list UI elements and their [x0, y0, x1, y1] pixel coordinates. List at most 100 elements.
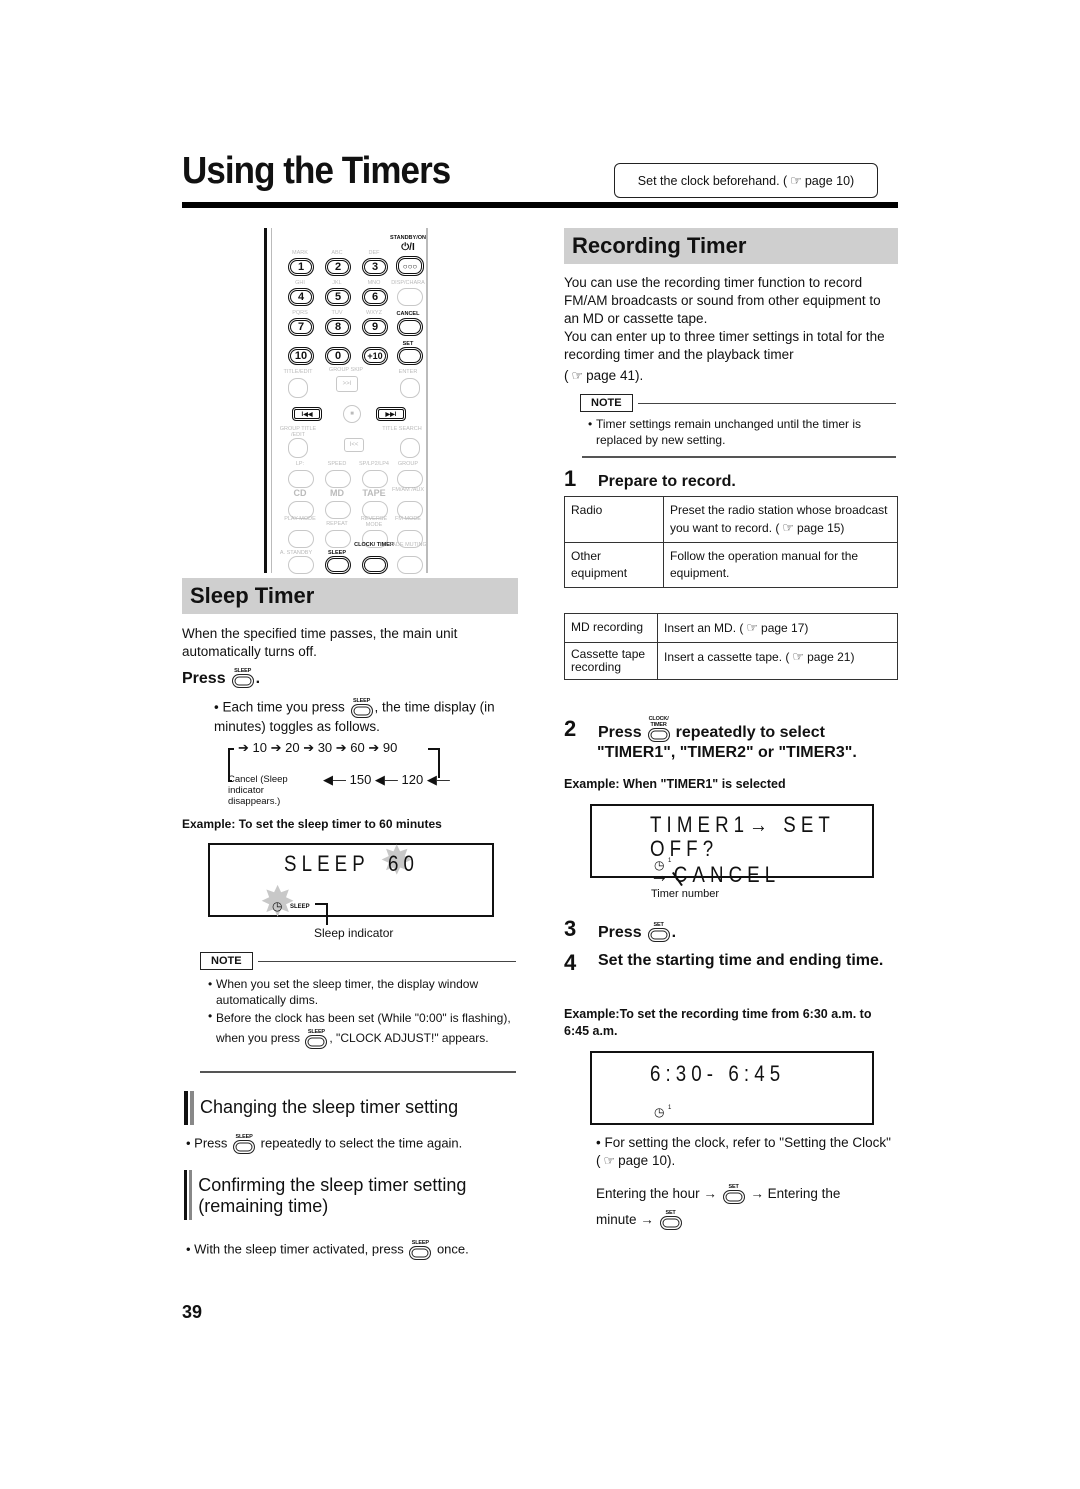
header-rule: [182, 202, 898, 208]
group-title-button[interactable]: [288, 438, 308, 458]
indicator-leader: [326, 903, 328, 925]
step-number: 3: [564, 916, 577, 941]
step-4: 4 Set the starting time and ending time.: [564, 950, 884, 975]
clock-timer-button[interactable]: [362, 556, 388, 574]
speed-label: SPEED: [327, 461, 347, 467]
key-5[interactable]: 5: [325, 288, 351, 306]
recording-intro-ref: (☞ page 41).: [564, 368, 644, 383]
key-8[interactable]: 8: [325, 318, 351, 336]
clock-icon: ◷: [654, 1105, 665, 1119]
sleep-button-icon: SLEEP: [350, 698, 373, 718]
remote-edge-inner: [271, 228, 272, 573]
key-label: MARK: [292, 250, 308, 256]
action-cell: Preset the radio station whose broadcast…: [663, 496, 898, 543]
clock-icon: ◷: [272, 899, 283, 913]
key-6[interactable]: 6: [362, 288, 388, 306]
note-text: Set the clock beforehand. (: [637, 173, 788, 188]
page-ref-link[interactable]: page 41).: [586, 368, 643, 383]
press-label: Press: [182, 670, 226, 687]
key-label: GHI: [295, 280, 305, 286]
step-2-options: "TIMER1", "TIMER2" or "TIMER3".: [597, 744, 857, 761]
note-label: NOTE: [580, 394, 633, 412]
sleep-indicator-caption: Sleep indicator: [314, 926, 394, 940]
repeat-label: REPEAT: [326, 521, 348, 527]
key-label: ABC: [331, 250, 343, 256]
remote-control-illustration: STANDBY/ON ⏻/I MARK ABC DEF 1 2 3 ○○○ GH…: [264, 228, 434, 574]
speed-button[interactable]: [325, 470, 351, 488]
note-rule: [258, 961, 516, 962]
page-ref-link[interactable]: page 17): [761, 621, 808, 635]
lcd-time-range: 6:30- 6:45: [650, 1061, 786, 1086]
key-0[interactable]: 0: [325, 347, 351, 365]
group-button[interactable]: [397, 470, 423, 488]
clock-timer-button-icon: CLOCK/ TIMER: [647, 716, 670, 742]
timer-number-caption: Timer number: [651, 888, 720, 900]
recording-note: • Timer settings remain unchanged until t…: [588, 417, 862, 447]
fmam-label: FM/AM /AUX: [391, 487, 425, 493]
page-ref-link[interactable]: page 15): [797, 521, 844, 535]
key-9[interactable]: 9: [362, 318, 388, 336]
md-play-button[interactable]: [325, 501, 351, 519]
prepare-table-2: MD recording Insert an MD. (☞ page 17) Ca…: [564, 613, 898, 680]
page-ref-link[interactable]: page 10): [805, 174, 854, 188]
title-edit-button[interactable]: [288, 378, 308, 398]
disp-chara-button[interactable]: [397, 288, 423, 306]
skip-forward-button[interactable]: ▶▶I: [376, 407, 406, 421]
repeat-button[interactable]: [325, 530, 351, 548]
key-3[interactable]: 3: [362, 258, 388, 276]
page-ref-link[interactable]: page 21): [807, 650, 854, 664]
title-search-label: TITLE SEARCH: [382, 426, 422, 432]
play-mode-button[interactable]: [288, 530, 314, 548]
timer-number-indicator: 1: [668, 858, 672, 864]
group-label: GROUP: [397, 461, 419, 467]
skip-back-button[interactable]: I◀◀: [292, 407, 322, 421]
cd-label: CD: [293, 488, 307, 498]
sleep-example-caption: Example: To set the sleep timer to 60 mi…: [182, 817, 442, 831]
changing-sleep-heading: Changing the sleep timer setting: [184, 1091, 514, 1125]
stop-button[interactable]: ■: [343, 405, 361, 423]
group-skip-prev-button[interactable]: I<<: [344, 438, 364, 452]
recording-intro-1: You can use the recording timer function…: [564, 275, 881, 326]
page-ref-link[interactable]: page 10).: [618, 1153, 675, 1168]
key-label: JKL: [332, 280, 342, 286]
table-row: Radio Preset the radio station whose bro…: [564, 496, 898, 543]
prepare-table-1: Radio Preset the radio station whose bro…: [564, 496, 898, 588]
lp-button[interactable]: [288, 470, 314, 488]
fm-mode-label: FM MODE: [395, 516, 421, 522]
key-1[interactable]: 1: [288, 258, 314, 276]
key-7[interactable]: 7: [288, 318, 314, 336]
key-10[interactable]: 10: [288, 347, 314, 365]
power-icon: ⏻/I: [401, 242, 415, 253]
standby-button[interactable]: ○○○: [396, 256, 424, 276]
step-2: 2 Press CLOCK/ TIMER repeatedly to selec…: [564, 716, 900, 762]
note-rule: [638, 403, 896, 404]
sleep-note-list: • When you set the sleep timer, the displ…: [208, 976, 514, 1049]
sleep-button[interactable]: [325, 556, 351, 574]
sleep-button-icon: SLEEP: [409, 1240, 432, 1260]
key-plus10[interactable]: +10: [362, 347, 388, 365]
note-end-rule: [200, 1071, 516, 1073]
key-2[interactable]: 2: [325, 258, 351, 276]
set-button[interactable]: [397, 347, 423, 365]
clock-icon: ◷: [654, 858, 665, 872]
action-cell: Follow the operation manual for the equi…: [663, 542, 898, 588]
source-cell: Other equipment: [564, 542, 664, 588]
pointing-hand-icon: ☞: [571, 368, 584, 383]
key-4[interactable]: 4: [288, 288, 314, 306]
sleep-note-item: When you set the sleep timer, the displa…: [216, 977, 479, 1007]
note-label: NOTE: [200, 952, 253, 970]
group-skip-next-button[interactable]: >>I: [336, 376, 358, 392]
splp-button[interactable]: [362, 470, 388, 488]
table-row: Cassette tape recording Insert a cassett…: [564, 642, 898, 680]
source-cell: Cassette tape recording: [564, 642, 658, 680]
lcd-sleep-value: 60: [388, 851, 420, 876]
a-standby-button[interactable]: [288, 556, 314, 574]
confirming-sleep-heading: Confirming the sleep timer setting (rema…: [184, 1170, 514, 1220]
timer-lcd-display: TIMER1→ SET OFF?→CANCEL ◷ 1: [590, 804, 874, 887]
enter-button[interactable]: [400, 378, 420, 398]
disp-label: DISP/CHARA: [391, 280, 425, 286]
fade-muting-button[interactable]: [397, 556, 423, 574]
cancel-button[interactable]: [397, 318, 423, 336]
title-search-button[interactable]: [400, 438, 420, 458]
action-cell: Insert an MD. (☞ page 17): [657, 613, 898, 643]
